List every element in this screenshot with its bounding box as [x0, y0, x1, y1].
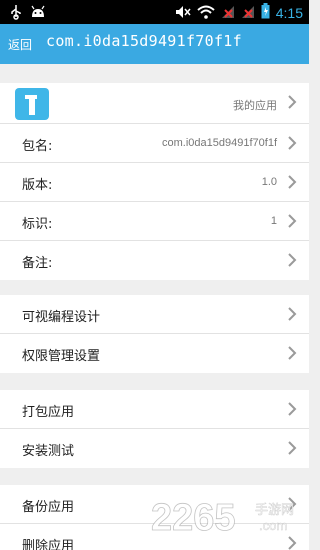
permission-settings-label: 权限管理设置 [22, 349, 101, 364]
backup-app-label: 备份应用 [22, 500, 75, 515]
chevron-right-icon [288, 136, 297, 150]
build-group: 打包应用 安装测试 [0, 390, 309, 468]
watermark-number: 2265 [151, 497, 236, 539]
mute-icon [175, 4, 191, 23]
title-bar: 返回 com.i0da15d9491f70f1f [0, 24, 309, 64]
version-row[interactable]: 版本: 1.0 [0, 163, 309, 202]
app-info-group: 我的应用 包名: com.i0da15d9491f70f1f 版本: 1.0 标… [0, 83, 309, 280]
android-icon [30, 4, 46, 24]
visual-programming-row[interactable]: 可视编程设计 [0, 295, 309, 334]
package-app-row[interactable]: 打包应用 [0, 390, 309, 429]
chevron-right-icon [288, 95, 297, 109]
page-title: com.i0da15d9491f70f1f [46, 32, 242, 50]
signal-2-icon [241, 3, 255, 23]
package-name-row[interactable]: 包名: com.i0da15d9491f70f1f [0, 124, 309, 163]
status-clock: 4:15 [275, 5, 303, 21]
watermark-suffix: 手游网 [255, 503, 294, 518]
my-app-label: 我的应用 [233, 100, 277, 112]
identifier-value: 1 [270, 215, 277, 227]
chevron-right-icon [288, 214, 297, 228]
package-name-label: 包名: [22, 139, 53, 154]
chevron-right-icon [288, 441, 297, 455]
version-label: 版本: [22, 178, 53, 193]
site-watermark: 2265 手游网 .com [151, 492, 301, 544]
chevron-right-icon [288, 346, 297, 360]
install-test-row[interactable]: 安装测试 [0, 429, 309, 468]
status-bar: 4:15 [0, 0, 309, 24]
chevron-right-icon [288, 307, 297, 321]
chevron-right-icon [288, 402, 297, 416]
identifier-row[interactable]: 标识: 1 [0, 202, 309, 241]
delete-app-label: 删除应用 [22, 539, 75, 550]
remark-row[interactable]: 备注: [0, 241, 309, 280]
app-info-icon [15, 88, 49, 120]
back-button[interactable]: 返回 [8, 36, 32, 53]
signal-1-icon [221, 3, 235, 23]
install-test-label: 安装测试 [22, 444, 75, 459]
watermark-domain: .com [259, 518, 287, 533]
battery-icon [261, 3, 270, 23]
version-value: 1.0 [261, 176, 277, 188]
package-name-value: com.i0da15d9491f70f1f [162, 137, 277, 149]
visual-programming-label: 可视编程设计 [22, 310, 101, 325]
wifi-icon [197, 4, 215, 23]
design-group: 可视编程设计 权限管理设置 [0, 295, 309, 373]
usb-icon [10, 4, 22, 24]
package-app-label: 打包应用 [22, 405, 75, 420]
remark-label: 备注: [22, 256, 53, 271]
identifier-label: 标识: [22, 217, 53, 232]
my-app-row[interactable]: 我的应用 [0, 83, 309, 124]
chevron-right-icon [288, 253, 297, 267]
chevron-right-icon [288, 175, 297, 189]
permission-settings-row[interactable]: 权限管理设置 [0, 334, 309, 373]
